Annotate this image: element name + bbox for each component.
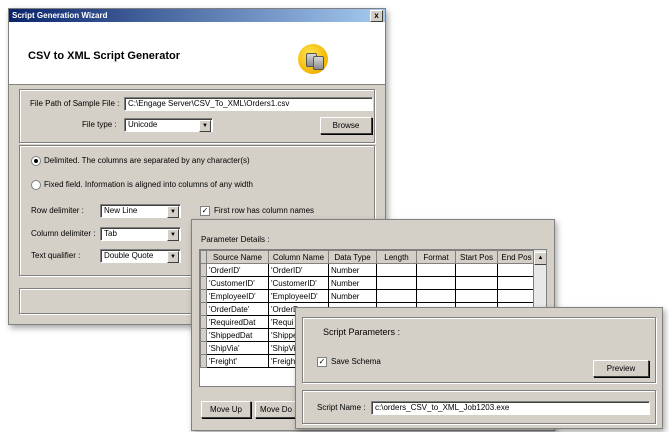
cell-start-pos[interactable] bbox=[455, 289, 498, 303]
cell-format[interactable] bbox=[416, 263, 456, 277]
file-type-select[interactable]: Unicode ▼ bbox=[124, 118, 213, 132]
chevron-down-icon[interactable]: ▼ bbox=[199, 120, 211, 132]
column-delimiter-value: Tab bbox=[104, 229, 117, 238]
window-title: Script Generation Wizard bbox=[12, 11, 108, 20]
row-delimiter-select[interactable]: New Line ▼ bbox=[100, 204, 181, 218]
cell-column-name[interactable]: 'EmployeeID' bbox=[268, 289, 329, 303]
table-row[interactable]: 'OrderID' 'OrderID' Number bbox=[200, 263, 536, 277]
cell-data-type[interactable]: Number bbox=[328, 263, 377, 277]
cell-start-pos[interactable] bbox=[455, 263, 498, 277]
page-title: CSV to XML Script Generator bbox=[28, 50, 180, 62]
script-name-input[interactable]: c:\orders_CSV_to_XML_Job1203.exe bbox=[371, 401, 650, 415]
cell-format[interactable] bbox=[416, 289, 456, 303]
file-type-value: Unicode bbox=[128, 120, 158, 129]
text-qualifier-label: Text qualifier : bbox=[31, 251, 81, 260]
close-icon[interactable]: x bbox=[370, 10, 383, 22]
script-parameters-group: Script Parameters : ✓ Save Schema Previe… bbox=[302, 317, 656, 383]
wizard-header: CSV to XML Script Generator bbox=[9, 22, 385, 85]
cell-source-name[interactable]: 'EmployeeID' bbox=[206, 289, 269, 303]
cell-column-name[interactable]: 'CustomerID' bbox=[268, 276, 329, 290]
cell-source-name[interactable]: 'OrderDate' bbox=[206, 302, 269, 316]
cell-length[interactable] bbox=[376, 276, 417, 290]
column-header[interactable]: Column Name bbox=[268, 250, 329, 264]
file-path-label: File Path of Sample File : bbox=[30, 99, 120, 108]
column-header[interactable]: Source Name bbox=[206, 250, 269, 264]
cell-format[interactable] bbox=[416, 276, 456, 290]
row-delimiter-value: New Line bbox=[104, 206, 138, 215]
fixed-field-radio[interactable] bbox=[31, 180, 41, 190]
preview-button[interactable]: Preview bbox=[593, 360, 649, 377]
text-qualifier-select[interactable]: Double Quote ▼ bbox=[100, 249, 181, 263]
cell-data-type[interactable]: Number bbox=[328, 276, 377, 290]
script-name-group: Script Name : c:\orders_CSV_to_XML_Job12… bbox=[302, 390, 656, 424]
cell-data-type[interactable]: Number bbox=[328, 289, 377, 303]
file-group: File Path of Sample File : C:\Engage Ser… bbox=[19, 89, 375, 143]
fixed-field-label: Fixed field. Information is aligned into… bbox=[44, 180, 253, 189]
chevron-down-icon[interactable]: ▼ bbox=[167, 206, 179, 218]
column-delimiter-select[interactable]: Tab ▼ bbox=[100, 227, 181, 241]
arrow-up-icon[interactable]: ▲ bbox=[534, 252, 546, 265]
cell-source-name[interactable]: 'ShippedDat bbox=[206, 328, 269, 342]
column-header[interactable]: End Pos bbox=[497, 250, 536, 264]
move-down-button[interactable]: Move Do bbox=[255, 401, 297, 418]
cell-source-name[interactable]: 'OrderID' bbox=[206, 263, 269, 277]
coin-stack-icon bbox=[313, 56, 324, 70]
table-row[interactable]: 'CustomerID' 'CustomerID' Number bbox=[200, 276, 536, 290]
parameter-details-title: Parameter Details : bbox=[201, 235, 270, 244]
chevron-down-icon[interactable]: ▼ bbox=[167, 229, 179, 241]
table-row[interactable]: 'EmployeeID' 'EmployeeID' Number bbox=[200, 289, 536, 303]
script-parameters-title: Script Parameters : bbox=[323, 327, 401, 337]
column-header[interactable]: Length bbox=[376, 250, 417, 264]
file-type-label: File type : bbox=[82, 120, 117, 129]
script-parameters-window: Script Parameters : ✓ Save Schema Previe… bbox=[295, 307, 663, 429]
file-path-input[interactable]: C:\Engage Server\CSV_To_XML\Orders1.csv bbox=[124, 97, 373, 111]
cell-source-name[interactable]: 'Freight' bbox=[206, 354, 269, 368]
cell-end-pos[interactable] bbox=[497, 276, 536, 290]
column-header[interactable]: Format bbox=[416, 250, 456, 264]
cell-end-pos[interactable] bbox=[497, 289, 536, 303]
column-delimiter-label: Column delimiter : bbox=[31, 229, 96, 238]
save-schema-label: Save Schema bbox=[331, 357, 381, 366]
move-up-button[interactable]: Move Up bbox=[201, 401, 251, 418]
delimited-label: Delimited. The columns are separated by … bbox=[44, 156, 250, 165]
first-row-checkbox[interactable]: ✓ bbox=[200, 206, 210, 216]
first-row-label: First row has column names bbox=[214, 206, 315, 215]
cell-length[interactable] bbox=[376, 263, 417, 277]
script-name-label: Script Name : bbox=[317, 403, 366, 412]
browse-button[interactable]: Browse bbox=[320, 117, 372, 134]
save-schema-checkbox[interactable]: ✓ bbox=[317, 357, 327, 367]
cell-source-name[interactable]: 'ShipVia' bbox=[206, 341, 269, 355]
cell-source-name[interactable]: 'RequiredDat bbox=[206, 315, 269, 329]
delimited-radio[interactable] bbox=[31, 156, 41, 166]
cell-start-pos[interactable] bbox=[455, 276, 498, 290]
column-header[interactable]: Start Pos bbox=[455, 250, 498, 264]
cell-end-pos[interactable] bbox=[497, 263, 536, 277]
titlebar: Script Generation Wizard x bbox=[9, 9, 385, 22]
chevron-down-icon[interactable]: ▼ bbox=[167, 251, 179, 263]
table-header-row: Source Name Column Name Data Type Length… bbox=[200, 250, 536, 264]
text-qualifier-value: Double Quote bbox=[104, 251, 154, 260]
database-coins-icon bbox=[298, 44, 328, 74]
column-header[interactable]: Data Type bbox=[328, 250, 377, 264]
cell-column-name[interactable]: 'OrderID' bbox=[268, 263, 329, 277]
row-delimiter-label: Row delimiter : bbox=[31, 206, 84, 215]
cell-length[interactable] bbox=[376, 289, 417, 303]
cell-source-name[interactable]: 'CustomerID' bbox=[206, 276, 269, 290]
